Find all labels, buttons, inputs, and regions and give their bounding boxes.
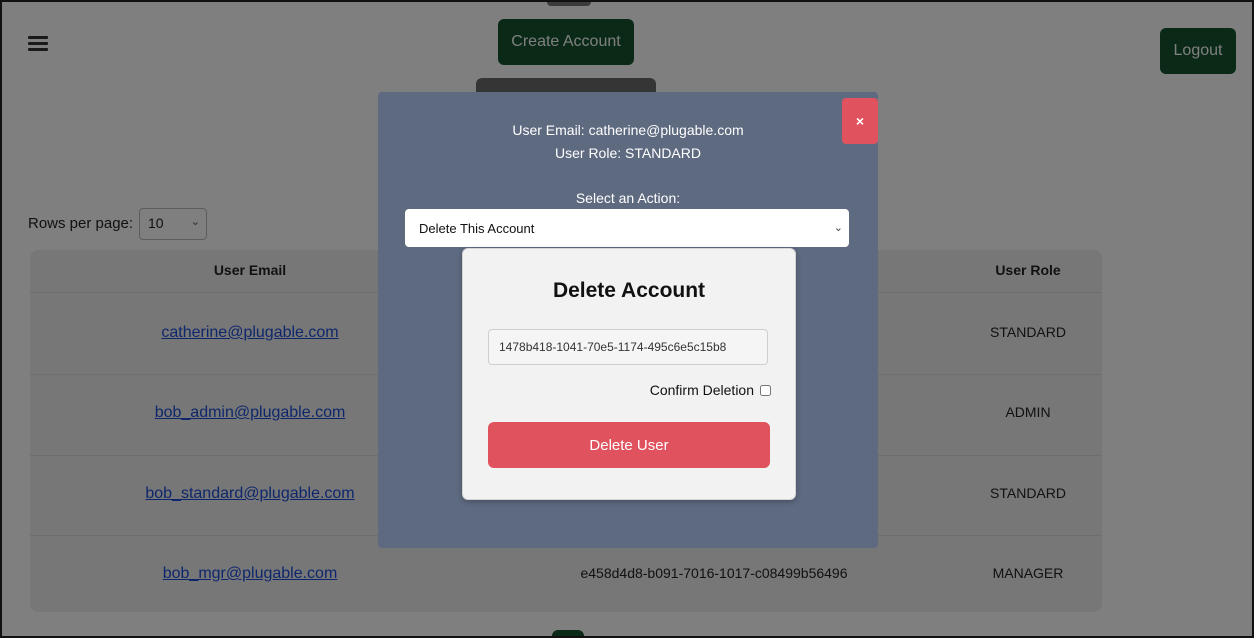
- user-action-modal: × User Email: catherine@plugable.com Use…: [378, 92, 878, 548]
- user-id-input[interactable]: [488, 329, 768, 365]
- delete-account-panel: Delete Account Confirm Deletion Delete U…: [462, 248, 796, 500]
- app-page: Create Account Logout Rows per page: 10 …: [2, 2, 1252, 636]
- delete-user-button[interactable]: Delete User: [488, 422, 770, 468]
- user-role-line: User Role: STANDARD: [555, 145, 701, 161]
- confirm-deletion-checkbox[interactable]: [760, 384, 771, 396]
- chevron-down-icon: ⌄: [833, 222, 843, 234]
- confirm-deletion-label: Confirm Deletion: [649, 382, 754, 398]
- action-select[interactable]: Delete This Account ⌄: [405, 209, 849, 247]
- confirm-deletion-row[interactable]: Confirm Deletion: [650, 382, 771, 398]
- select-action-label: Select an Action:: [575, 190, 681, 206]
- user-email-line: User Email: catherine@plugable.com: [512, 122, 744, 138]
- delete-account-title: Delete Account: [552, 279, 706, 302]
- selected-action: Delete This Account: [419, 221, 535, 236]
